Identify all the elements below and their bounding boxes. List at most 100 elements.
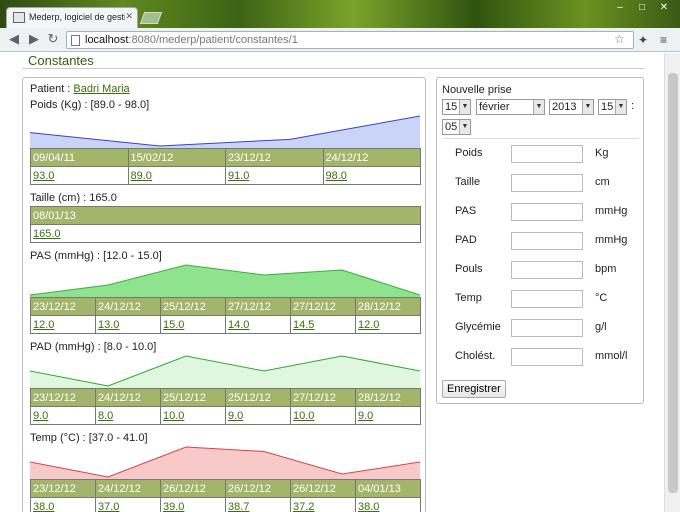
date-cell: 23/12/12 [30, 388, 96, 407]
maximize-icon[interactable]: □ [632, 2, 652, 14]
value-cell: 9.0 [355, 406, 421, 425]
pad-field-label: PAD [455, 234, 477, 246]
value-cell: 37.0 [95, 497, 161, 512]
value-row: 165.0 [30, 224, 421, 243]
value-link[interactable]: 165.0 [33, 228, 61, 240]
date-cell: 09/04/11 [30, 148, 129, 167]
date-cell: 15/02/12 [127, 148, 226, 167]
page-icon [71, 35, 80, 46]
poids-input[interactable] [511, 145, 583, 163]
value-link[interactable]: 39.0 [163, 501, 184, 512]
forward-icon[interactable]: ▶ [26, 31, 42, 47]
time-separator: : [631, 100, 635, 112]
date-cell: 27/12/12 [290, 388, 356, 407]
value-link[interactable]: 14.5 [293, 319, 314, 331]
value-link[interactable]: 91.0 [228, 170, 249, 182]
value-link[interactable]: 12.0 [358, 319, 379, 331]
pas-unit: mmHg [595, 205, 628, 217]
value-link[interactable]: 37.0 [98, 501, 119, 512]
cholst-input[interactable] [511, 348, 583, 366]
constants-history-panel: Patient : Badri Maria Poids (Kg) : [89.0… [22, 77, 426, 512]
value-link[interactable]: 8.0 [98, 410, 113, 422]
value-cell: 38.0 [30, 497, 96, 512]
hour-select[interactable]: 15 ▼ [598, 99, 627, 115]
temp-input[interactable] [511, 290, 583, 308]
series-area [30, 447, 420, 481]
value-link[interactable]: 15.0 [163, 319, 184, 331]
date-cell: 26/12/12 [290, 479, 356, 498]
value-link[interactable]: 10.0 [293, 410, 314, 422]
year-select[interactable]: 2013 ▼ [549, 99, 594, 115]
value-link[interactable]: 93.0 [33, 170, 54, 182]
poids-field-label: Poids [455, 147, 483, 159]
date-cell: 26/12/12 [225, 479, 291, 498]
minute-select[interactable]: 05 ▼ [442, 119, 471, 135]
minimize-icon[interactable]: – [610, 2, 630, 14]
save-button[interactable]: Enregistrer [442, 380, 506, 398]
back-icon[interactable]: ◀ [6, 31, 22, 47]
page-favicon-icon [13, 12, 25, 23]
day-select[interactable]: 15 ▼ [442, 99, 471, 115]
value-link[interactable]: 38.7 [228, 501, 249, 512]
value-cell: 13.0 [95, 315, 161, 334]
poids-chart [30, 115, 420, 150]
browser-tab[interactable]: Mederp, logiciel de gestion d ✕ [6, 7, 138, 28]
page-title: Constantes [28, 53, 94, 68]
close-window-icon[interactable]: ✕ [654, 2, 674, 14]
scrollbar-thumb[interactable] [668, 73, 678, 493]
value-link[interactable]: 38.0 [358, 501, 379, 512]
page-scrollbar[interactable] [664, 53, 680, 512]
taille-input[interactable] [511, 174, 583, 192]
value-link[interactable]: 9.0 [358, 410, 373, 422]
temp-unit: °C [595, 292, 608, 304]
bookmark-star-icon[interactable]: ☆ [614, 32, 625, 46]
new-tab-button[interactable] [139, 12, 163, 24]
value-link[interactable]: 10.0 [163, 410, 184, 422]
temp-table: 23/12/12 24/12/12 26/12/12 26/12/12 26/12/12… [30, 479, 421, 512]
value-cell: 9.0 [30, 406, 96, 425]
pad-input[interactable] [511, 232, 583, 250]
new-measurement-panel: Nouvelle prise 15 ▼ février ▼ 2013 ▼ 15 ▼ : … [436, 77, 644, 404]
value-cell: 12.0 [355, 315, 421, 334]
value-cell: 10.0 [290, 406, 356, 425]
menu-icon[interactable]: ≡ [660, 33, 667, 47]
value-link[interactable]: 14.0 [228, 319, 249, 331]
extension-icon[interactable]: ✦ [638, 33, 648, 47]
value-cell: 14.0 [225, 315, 291, 334]
title-divider [22, 68, 644, 69]
date-row: 23/12/12 24/12/12 25/12/12 25/12/12 27/12/12… [30, 388, 421, 407]
month-select[interactable]: février ▼ [476, 99, 545, 115]
value-link[interactable]: 89.0 [131, 170, 152, 182]
value-link[interactable]: 12.0 [33, 319, 54, 331]
tab-close-icon[interactable]: ✕ [125, 11, 133, 22]
value-link[interactable]: 9.0 [33, 410, 48, 422]
patient-name-link[interactable]: Badri Maria [73, 83, 129, 95]
value-link[interactable]: 37.2 [293, 501, 314, 512]
value-link[interactable]: 98.0 [326, 170, 347, 182]
pas-input[interactable] [511, 203, 583, 221]
page-content: Constantes Patient : Badri Maria Poids (… [0, 53, 664, 512]
tab-title: Mederp, logiciel de gestion d [29, 12, 125, 22]
value-cell: 14.5 [290, 315, 356, 334]
glycmie-input[interactable] [511, 319, 583, 337]
cholst-field-label: Cholést. [455, 350, 496, 362]
date-cell: 24/12/12 [95, 479, 161, 498]
value-row: 12.0 13.0 15.0 14.0 14.5 12.0 [30, 315, 421, 334]
value-link[interactable]: 13.0 [98, 319, 119, 331]
taille-unit: cm [595, 176, 610, 188]
reload-icon[interactable]: ↻ [45, 31, 61, 47]
date-cell: 23/12/12 [30, 297, 96, 316]
date-cell: 08/01/13 [30, 206, 421, 225]
date-cell: 24/12/12 [95, 388, 161, 407]
value-link[interactable]: 38.0 [33, 501, 54, 512]
pouls-input[interactable] [511, 261, 583, 279]
taille-table: 08/01/13 165.0 [30, 206, 421, 243]
address-bar[interactable]: localhost:8080/mederp/patient/constantes… [66, 31, 634, 49]
pas-table: 23/12/12 24/12/12 25/12/12 27/12/12 27/12/12… [30, 297, 421, 334]
chevron-down-icon: ▼ [459, 120, 470, 134]
value-cell: 9.0 [225, 406, 291, 425]
value-cell: 98.0 [322, 166, 421, 185]
date-row: 08/01/13 [30, 206, 421, 225]
date-cell: 27/12/12 [290, 297, 356, 316]
value-link[interactable]: 9.0 [228, 410, 243, 422]
